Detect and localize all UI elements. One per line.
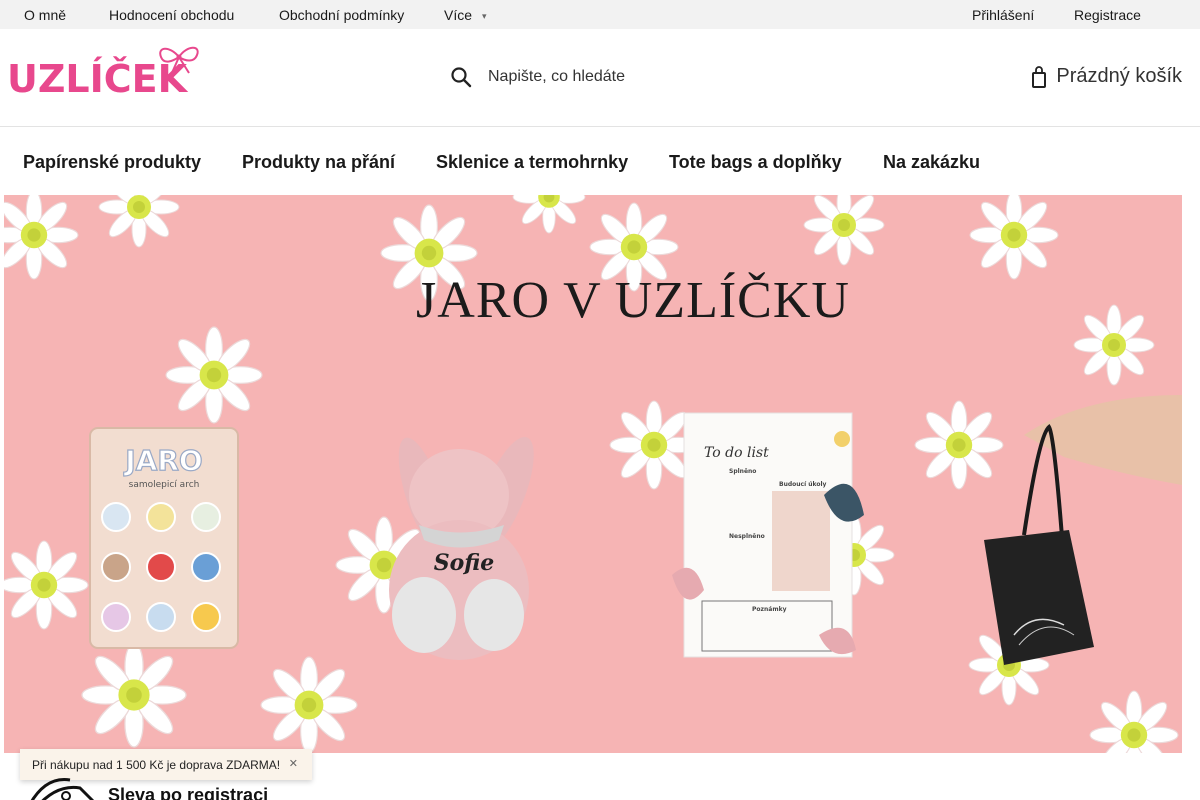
tote-bag-product (984, 395, 1182, 665)
plush-name: Sofie (434, 550, 495, 576)
svg-text:Budoucí úkoly: Budoucí úkoly (779, 481, 827, 488)
login-link[interactable]: Přihlášení (972, 7, 1034, 23)
site-logo[interactable]: UZLÍČEK (7, 43, 207, 99)
search-input[interactable]: Napište, co hledáte (488, 68, 625, 86)
search-icon (451, 67, 472, 88)
nav-item-custom-orders[interactable]: Na zakázku (883, 152, 980, 172)
nav-item-paper-products[interactable]: Papírenské produkty (23, 152, 201, 172)
topbar-more-label: Více (444, 7, 473, 23)
svg-text:Poznámky: Poznámky (752, 606, 787, 613)
close-icon[interactable]: ✕ (289, 757, 298, 770)
top-bar: O mně Hodnocení obchodu Obchodní podmínk… (0, 0, 1200, 29)
topbar-link-about[interactable]: O mně (24, 7, 66, 23)
bow-icon (159, 46, 199, 76)
sticker-sheet-subtitle: samolepicí arch (129, 480, 200, 490)
todo-list-product: To do list Splněno Budoucí úkoly Nesplně… (672, 412, 864, 658)
shopping-bag-icon (1032, 65, 1047, 88)
cart-label: Prázdný košík (1056, 65, 1182, 87)
sticker-sheet-title: JARO (123, 444, 202, 477)
sticker-sheet-product: JARO samolepicí arch (89, 427, 239, 649)
nav-item-glasses-mugs[interactable]: Sklenice a termohrnky (436, 152, 628, 172)
hero-banner[interactable]: JARO samolepicí arch Sofie To do list Sp… (4, 195, 1182, 753)
site-header: UZLÍČEK Napište, co hledáte Prázdný koší… (0, 29, 1200, 127)
chevron-down-icon: ▾ (482, 11, 487, 21)
registration-discount-title: Sleva po registraci (108, 785, 269, 800)
todo-title: To do list (704, 445, 769, 461)
search-box[interactable]: Napište, co hledáte (450, 65, 625, 89)
nav-item-tote-bags[interactable]: Tote bags a doplňky (669, 152, 842, 172)
plush-bunny-product: Sofie (389, 437, 534, 660)
nav-item-custom-products[interactable]: Produkty na přání (242, 152, 395, 172)
register-link[interactable]: Registrace (1074, 7, 1141, 23)
discount-tag-icon (30, 778, 95, 800)
free-shipping-text: Při nákupu nad 1 500 Kč je doprava ZDARM… (32, 757, 281, 772)
main-navigation: Papírenské produkty Produkty na přání Sk… (0, 127, 1200, 195)
cart-button[interactable]: Prázdný košík (1032, 65, 1182, 88)
topbar-link-terms[interactable]: Obchodní podmínky (279, 7, 404, 23)
topbar-more-dropdown[interactable]: Více ▾ (444, 7, 487, 24)
svg-text:Nesplněno: Nesplněno (729, 533, 765, 540)
svg-text:Splněno: Splněno (729, 468, 756, 475)
banner-title: JARO V UZLÍČKU (416, 272, 850, 329)
topbar-link-reviews[interactable]: Hodnocení obchodu (109, 7, 234, 23)
